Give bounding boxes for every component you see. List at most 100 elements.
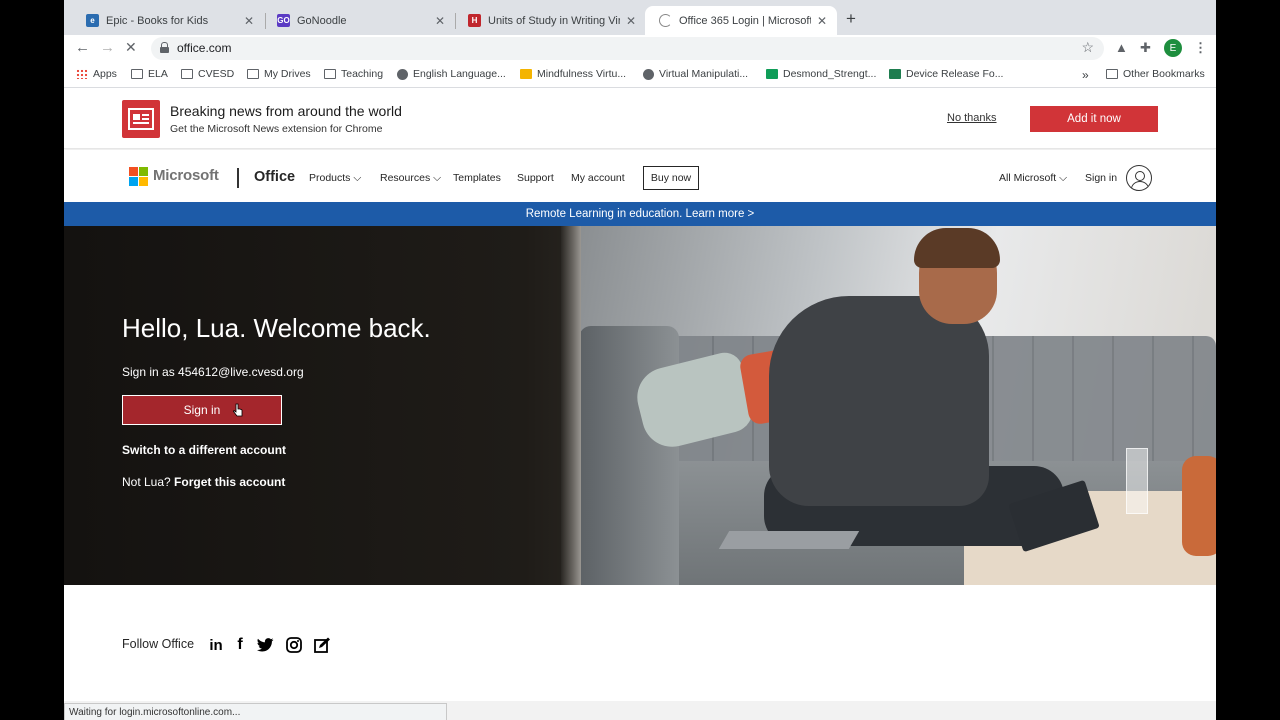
chevron-down-icon: ⌵ [1059, 172, 1068, 184]
header-sign-in-link[interactable]: Sign in [1085, 172, 1117, 184]
banner-title: Breaking news from around the world [170, 103, 402, 119]
slides-icon [520, 69, 532, 79]
folder-icon [247, 69, 259, 79]
bookmark-ela[interactable]: ELA [131, 68, 168, 80]
folder-icon [324, 69, 336, 79]
bookmark-english-language[interactable]: English Language... [397, 68, 506, 80]
bookmark-label: Mindfulness Virtu... [537, 68, 627, 80]
close-icon[interactable]: ✕ [626, 14, 636, 28]
bookmark-virtual-manipulatives[interactable]: Virtual Manipulati... [643, 68, 748, 80]
hero-photo [718, 531, 860, 549]
browser-window: e Epic - Books for Kids ✕ GO GoNoodle ✕ … [64, 0, 1216, 720]
bookmark-mindfulness[interactable]: Mindfulness Virtu... [520, 68, 626, 80]
microsoft-wordmark[interactable]: Microsoft [153, 167, 219, 184]
back-arrow-icon[interactable]: ← [75, 39, 90, 56]
user-avatar-icon[interactable] [1126, 165, 1152, 191]
no-thanks-link[interactable]: No thanks [947, 112, 997, 124]
bookmark-my-drives[interactable]: My Drives [247, 68, 311, 80]
hero-section: Hello, Lua. Welcome back. Sign in as 454… [64, 226, 1216, 585]
forms-icon [889, 69, 901, 79]
close-icon[interactable]: ✕ [244, 14, 254, 28]
browser-status-bar: Waiting for login.microsoftonline.com... [64, 703, 447, 720]
hero-photo [579, 326, 679, 585]
bookmark-label: Desmond_Strengt... [783, 68, 877, 80]
sheets-icon [766, 69, 778, 79]
all-microsoft-menu[interactable]: All Microsoft ⌵ [999, 172, 1067, 185]
bookmark-device-release[interactable]: Device Release Fo... [889, 68, 1003, 80]
tab-title: Office 365 Login | Microsoft Of [679, 14, 811, 27]
globe-icon [397, 68, 408, 80]
bookmark-star-icon[interactable]: ☆ [1081, 39, 1094, 56]
remote-learning-strip[interactable]: Remote Learning in education. Learn more… [64, 202, 1216, 226]
tab-title: Units of Study in Writing Virtua [488, 14, 620, 27]
bookmark-teaching[interactable]: Teaching [324, 68, 383, 80]
bookmark-desmond-strengths[interactable]: Desmond_Strengt... [766, 68, 876, 80]
tab-office-login[interactable]: Office 365 Login | Microsoft Of ✕ [645, 6, 837, 35]
drive-extension-icon[interactable]: ▲ [1115, 40, 1128, 55]
tab-units-of-study[interactable]: H Units of Study in Writing Virtua ✕ [454, 6, 646, 35]
sign-in-button[interactable]: Sign in [122, 395, 282, 425]
add-it-now-button[interactable]: Add it now [1030, 106, 1158, 132]
office-product-link[interactable]: Office [254, 169, 295, 185]
nav-support[interactable]: Support [517, 172, 554, 184]
bookmark-label: Apps [93, 68, 117, 80]
follow-office-label: Follow Office [122, 637, 195, 651]
lock-icon [160, 42, 169, 53]
tab-gonoodle[interactable]: GO GoNoodle ✕ [263, 6, 455, 35]
banner-subtitle: Get the Microsoft News extension for Chr… [170, 123, 383, 135]
chevron-down-icon: ⌵ [353, 172, 362, 184]
gonoodle-favicon-icon: GO [277, 14, 290, 27]
extensions-puzzle-icon[interactable]: ✚ [1140, 40, 1151, 56]
hero-photo [914, 228, 1000, 268]
bookmark-label: Device Release Fo... [906, 68, 1004, 80]
folder-icon [1106, 69, 1118, 79]
blog-edit-icon[interactable] [313, 636, 331, 654]
browser-toolbar: ← → ✕ office.com ☆ ▲ ✚ E ⋮ [64, 35, 1216, 62]
hero-photo [769, 296, 989, 506]
header-divider [237, 168, 239, 188]
nav-my-account[interactable]: My account [571, 172, 625, 184]
not-user-text: Not Lua? Forget this account [122, 475, 285, 489]
hero-photo [1182, 456, 1216, 556]
tab-title: GoNoodle [297, 14, 347, 27]
folder-icon [181, 69, 193, 79]
close-icon[interactable]: ✕ [817, 14, 827, 28]
chevron-down-icon: ⌵ [433, 172, 442, 184]
not-user-label: Not Lua? [122, 475, 171, 489]
news-extension-banner: Breaking news from around the world Get … [64, 88, 1216, 149]
instagram-icon[interactable] [285, 636, 303, 654]
welcome-heading: Hello, Lua. Welcome back. [122, 313, 431, 343]
bookmark-label: Teaching [341, 68, 384, 80]
forget-account-link[interactable]: Forget this account [174, 475, 285, 489]
forward-arrow-icon[interactable]: → [100, 39, 115, 56]
new-tab-icon[interactable]: + [846, 9, 856, 29]
linkedin-icon[interactable]: in [207, 636, 225, 654]
bookmark-cvesd[interactable]: CVESD [181, 68, 234, 80]
close-icon[interactable]: ✕ [435, 14, 445, 28]
nav-resources[interactable]: Resources ⌵ [380, 172, 441, 185]
address-bar[interactable]: office.com ☆ [151, 37, 1104, 60]
switch-account-link[interactable]: Switch to a different account [122, 443, 286, 457]
stop-loading-icon[interactable]: ✕ [125, 39, 137, 56]
sign-in-as-text: Sign in as 454612@live.cvesd.org [122, 365, 304, 379]
bookmark-label: My Drives [264, 68, 311, 80]
buy-now-button[interactable]: Buy now [643, 166, 699, 190]
hero-photo [561, 226, 581, 585]
tab-epic[interactable]: e Epic - Books for Kids ✕ [72, 6, 264, 35]
bookmark-other[interactable]: Other Bookmarks [1106, 68, 1205, 80]
newspaper-icon [122, 100, 160, 138]
twitter-icon[interactable] [256, 636, 274, 654]
bookmark-label: Virtual Manipulati... [659, 68, 749, 80]
profile-avatar[interactable]: E [1164, 39, 1182, 57]
more-bookmarks-chevron[interactable]: » [1082, 68, 1089, 82]
facebook-icon[interactable]: f [234, 636, 246, 654]
hand-cursor-icon [233, 403, 243, 417]
site-header: Microsoft Office Products ⌵ Resources ⌵ … [64, 150, 1216, 202]
epic-favicon-icon: e [86, 14, 99, 27]
bookmark-label: CVESD [198, 68, 235, 80]
bookmark-apps[interactable]: Apps [76, 68, 117, 80]
nav-products[interactable]: Products ⌵ [309, 172, 361, 185]
menu-kebab-icon[interactable]: ⋮ [1194, 40, 1207, 56]
nav-templates[interactable]: Templates [453, 172, 501, 184]
microsoft-logo-icon[interactable] [129, 167, 148, 186]
